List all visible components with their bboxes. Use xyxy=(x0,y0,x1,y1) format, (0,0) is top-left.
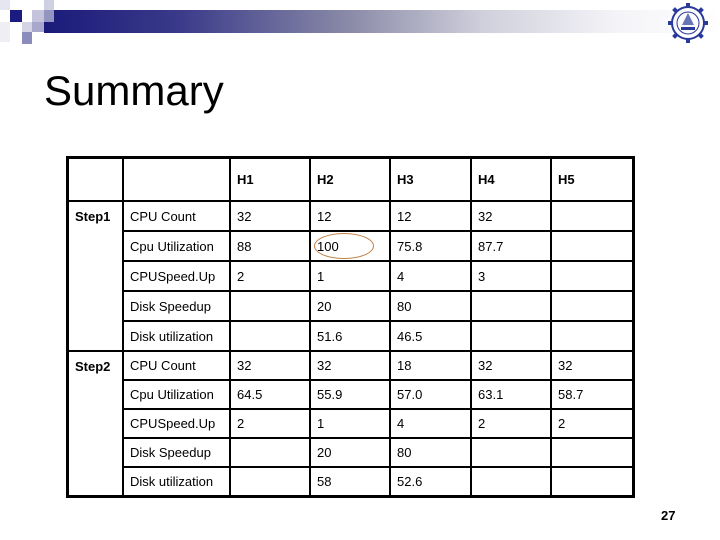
value-cell: 32 xyxy=(470,350,552,381)
table-row: Disk Speedup 20 80 xyxy=(68,437,635,468)
value-cell xyxy=(229,437,311,468)
summary-table: H1 H2 H3 H4 H5 Step1 CPU Count 32 12 12 … xyxy=(66,156,635,498)
value-cell xyxy=(470,290,552,322)
header-cell-h3: H3 xyxy=(389,156,472,202)
decor-square xyxy=(22,22,32,32)
header-cell-h4: H4 xyxy=(470,156,552,202)
value-cell: 3 xyxy=(470,260,552,292)
value-cell: 12 xyxy=(389,200,472,232)
value-cell: 32 xyxy=(229,200,311,232)
step-label: Step1 xyxy=(66,200,124,352)
value-cell: 4 xyxy=(389,260,472,292)
value-cell: 80 xyxy=(389,437,472,468)
table-row: Cpu Utilization 88 100 75.8 87.7 xyxy=(68,230,635,262)
value-cell: 46.5 xyxy=(389,320,472,352)
metric-label: CPUSpeed.Up xyxy=(122,408,231,439)
highlighted-value-cell: 100 xyxy=(309,230,391,262)
value-cell xyxy=(550,466,635,498)
value-cell xyxy=(229,290,311,322)
decor-square xyxy=(22,32,32,44)
table-row: Disk utilization 51.6 46.5 xyxy=(68,320,635,352)
table-row: Step2 CPU Count 32 32 18 32 32 xyxy=(66,350,635,498)
metric-label: Disk Speedup xyxy=(122,437,231,468)
value-cell: 20 xyxy=(309,290,391,322)
decor-square xyxy=(44,0,54,10)
decor-square xyxy=(44,10,54,22)
value-cell: 52.6 xyxy=(389,466,472,498)
table-row: Step1 CPU Count 32 12 12 32 xyxy=(66,200,635,352)
value-cell: 32 xyxy=(309,350,391,381)
metric-label: CPU Count xyxy=(122,200,231,232)
metric-label: CPUSpeed.Up xyxy=(122,260,231,292)
value-cell xyxy=(550,200,635,232)
value-cell xyxy=(550,260,635,292)
decor-square xyxy=(0,22,10,42)
value-cell xyxy=(550,230,635,262)
header-cell-h5: H5 xyxy=(550,156,635,202)
value-cell: 55.9 xyxy=(309,379,391,410)
decor-square xyxy=(0,0,10,10)
decor-square xyxy=(32,10,44,22)
value-cell xyxy=(229,466,311,498)
value-cell xyxy=(470,466,552,498)
value-cell xyxy=(550,290,635,322)
table-row: Cpu Utilization 64.5 55.9 57.0 63.1 58.7 xyxy=(68,379,635,410)
value-cell xyxy=(550,437,635,468)
table-row: CPUSpeed.Up 2 1 4 2 2 xyxy=(68,408,635,439)
value-cell xyxy=(470,437,552,468)
value-cell: 1 xyxy=(309,260,391,292)
slide-title: Summary xyxy=(44,67,224,114)
institute-emblem-icon xyxy=(665,2,711,44)
value-cell: 64.5 xyxy=(229,379,311,410)
value-cell: 87.7 xyxy=(470,230,552,262)
table-row: CPUSpeed.Up 2 1 4 3 xyxy=(68,260,635,292)
value-cell: 58.7 xyxy=(550,379,635,410)
table-row: Disk Speedup 20 80 xyxy=(68,290,635,322)
value-cell: 51.6 xyxy=(309,320,391,352)
header-cell-h1: H1 xyxy=(229,156,311,202)
metric-label: CPU Count xyxy=(122,350,231,381)
metric-label: Cpu Utilization xyxy=(122,379,231,410)
metric-label: Disk utilization xyxy=(122,320,231,352)
metric-label: Cpu Utilization xyxy=(122,230,231,262)
title-gradient-bar xyxy=(44,10,720,33)
value-cell xyxy=(229,320,311,352)
value-cell: 58 xyxy=(309,466,391,498)
value-cell: 32 xyxy=(470,200,552,232)
value-cell: 2 xyxy=(229,260,311,292)
metric-label: Disk utilization xyxy=(122,466,231,498)
header-cell-h2: H2 xyxy=(309,156,391,202)
header-cell xyxy=(66,156,124,202)
value-cell: 2 xyxy=(550,408,635,439)
decor-square xyxy=(32,22,44,32)
value-cell: 57.0 xyxy=(389,379,472,410)
value-cell: 32 xyxy=(229,350,311,381)
value-cell: 88 xyxy=(229,230,311,262)
page-number: 27 xyxy=(661,508,676,523)
highlight-ellipse xyxy=(314,233,374,259)
value-cell: 18 xyxy=(389,350,472,381)
value-cell: 2 xyxy=(470,408,552,439)
value-cell: 32 xyxy=(550,350,635,381)
table-header-row: H1 H2 H3 H4 H5 xyxy=(66,156,635,202)
value-cell: 4 xyxy=(389,408,472,439)
table-row: Disk utilization 58 52.6 xyxy=(68,466,635,498)
step-label: Step2 xyxy=(66,350,124,498)
header-cell xyxy=(122,156,231,202)
metric-label: Disk Speedup xyxy=(122,290,231,322)
value-cell: 80 xyxy=(389,290,472,322)
value-cell xyxy=(550,320,635,352)
value-cell xyxy=(470,320,552,352)
value-cell: 2 xyxy=(229,408,311,439)
value-cell: 75.8 xyxy=(389,230,472,262)
value-cell: 63.1 xyxy=(470,379,552,410)
decor-square xyxy=(10,10,22,22)
value-cell: 1 xyxy=(309,408,391,439)
value-cell: 20 xyxy=(309,437,391,468)
value-cell: 12 xyxy=(309,200,391,232)
